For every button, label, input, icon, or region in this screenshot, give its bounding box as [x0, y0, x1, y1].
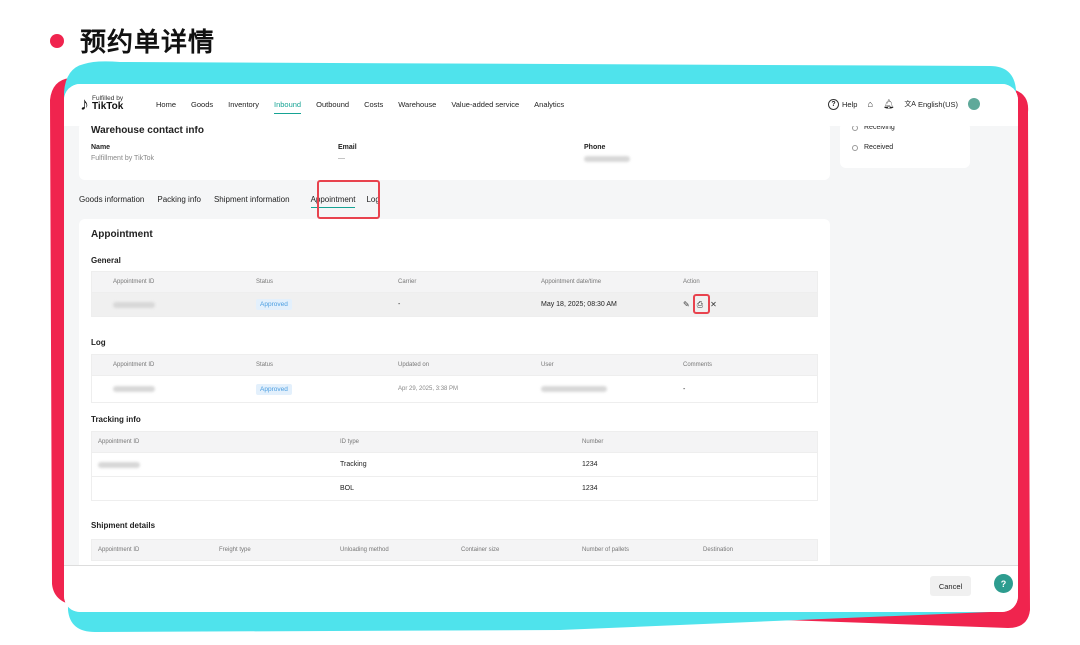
avatar[interactable]: [968, 98, 980, 110]
table-header: Appointment ID Status Carrier Appointmen…: [92, 272, 817, 292]
col-status: Status: [256, 279, 274, 285]
tiktok-note-icon: ♪: [80, 94, 89, 114]
col-id-type: ID type: [340, 439, 360, 445]
logo-title: TikTok: [92, 101, 124, 113]
page-body: Warehouse contact info Name Fulfillment …: [64, 122, 1018, 609]
nav-costs[interactable]: Costs: [364, 100, 383, 109]
log-table: Appointment ID Status Updated on User Co…: [91, 354, 818, 403]
translate-icon: 文A: [904, 101, 916, 108]
contact-title: Warehouse contact info: [91, 125, 204, 136]
col-appointment-id: Appointment ID: [113, 279, 155, 285]
status-badge: Approved: [256, 293, 292, 316]
appointment-title: Appointment: [91, 229, 153, 240]
shipment-table: Appointment ID Freight type Unloading me…: [91, 539, 818, 561]
help-chat-icon[interactable]: ?: [994, 574, 1013, 593]
status-step-label: Received: [864, 144, 894, 151]
help-icon: ?: [828, 98, 839, 110]
shipment-title: Shipment details: [91, 521, 156, 530]
tab-goods-information[interactable]: Goods information: [79, 195, 144, 204]
updated-value: Apr 29, 2025, 3:38 PM: [398, 386, 459, 392]
nav-value-added-service[interactable]: Value-added service: [451, 100, 519, 109]
table-header: Appointment ID Freight type Unloading me…: [92, 540, 817, 560]
status-step-received: Received: [852, 144, 893, 151]
col-action: Action: [683, 279, 700, 285]
table-row: Approved Apr 29, 2025, 3:38 PM -: [92, 375, 817, 402]
email-label: Email: [338, 144, 357, 151]
appointment-tab-highlight: [317, 180, 380, 219]
id-type-value: Tracking: [340, 461, 367, 468]
bullet-dot: [50, 33, 64, 48]
phone-label: Phone: [584, 144, 606, 151]
tiktok-logo[interactable]: ♪ Fulfilled by TikTok: [80, 95, 123, 113]
col-status: Status: [256, 362, 274, 368]
footer-bar: Cancel ?: [64, 565, 1018, 612]
number-value: 1234: [582, 461, 598, 468]
app-screen: Warehouse contact info Name Fulfillment …: [64, 84, 1018, 612]
nav-outbound[interactable]: Outbound: [316, 100, 349, 109]
phone-value-redacted: [584, 156, 630, 162]
tracking-table: Appointment ID ID type Number Tracking 1…: [91, 431, 818, 501]
log-title: Log: [91, 338, 106, 347]
status-panel: Receiving Received: [840, 122, 970, 168]
appointment-id-redacted: [98, 453, 140, 476]
tab-packing-info[interactable]: Packing info: [157, 195, 201, 204]
col-appointment-id: Appointment ID: [98, 547, 140, 553]
col-destination: Destination: [703, 547, 734, 553]
tracking-title: Tracking info: [91, 415, 141, 424]
col-appointment-id: Appointment ID: [113, 362, 155, 368]
col-comments: Comments: [683, 362, 713, 368]
email-value: —: [338, 155, 345, 162]
edit-icon[interactable]: ✎: [683, 300, 690, 309]
tab-shipment-information[interactable]: Shipment information: [214, 195, 290, 204]
col-number: Number: [582, 439, 604, 445]
nav-analytics[interactable]: Analytics: [534, 100, 564, 109]
table-header: Appointment ID ID type Number: [92, 432, 817, 452]
datetime-value: May 18, 2025; 08:30 AM: [541, 301, 617, 308]
carrier-value: -: [398, 301, 401, 308]
store-icon[interactable]: ⌂: [867, 99, 872, 109]
appointment-id-redacted: [113, 293, 155, 316]
language-switch[interactable]: 文A English(US): [904, 99, 958, 109]
slide-header: 预约单详情: [50, 22, 215, 59]
bell-icon[interactable]: 🔔︎: [883, 99, 894, 110]
top-nav: ♪ Fulfilled by TikTok Home Goods Invento…: [64, 84, 1018, 126]
col-appointment-id: Appointment ID: [98, 439, 140, 445]
comments-value: -: [683, 385, 686, 393]
nav-inbound[interactable]: Inbound: [273, 100, 302, 114]
cancel-button[interactable]: Cancel: [930, 576, 971, 596]
nav-right: ? Help ⌂ 🔔︎ 文A English(US): [828, 98, 980, 110]
col-updated: Updated on: [398, 362, 430, 368]
id-type-value: BOL: [340, 485, 355, 492]
general-title: General: [91, 256, 121, 265]
col-datetime: Appointment date/time: [541, 279, 602, 285]
main-nav: Home Goods Inventory Inbound Outbound Co…: [156, 100, 579, 114]
nav-goods[interactable]: Goods: [191, 100, 213, 109]
number-value: 1234: [582, 485, 598, 492]
col-container-size: Container size: [461, 547, 500, 553]
col-carrier: Carrier: [398, 279, 417, 285]
status-badge: Approved: [256, 376, 292, 402]
nav-inventory[interactable]: Inventory: [228, 100, 259, 109]
slide-title: 预约单详情: [80, 28, 216, 58]
appointment-id-redacted: [113, 376, 155, 402]
help-link[interactable]: ? Help: [828, 98, 857, 110]
col-number-of-pallets: Number of pallets: [582, 547, 630, 553]
col-freight-type: Freight type: [219, 547, 251, 553]
nav-warehouse[interactable]: Warehouse: [398, 100, 436, 109]
close-icon[interactable]: ✕: [710, 300, 717, 309]
col-unloading-method: Unloading method: [340, 547, 389, 553]
print-icon-highlight: [693, 294, 710, 314]
col-user: User: [541, 362, 554, 368]
table-row: Tracking 1234: [92, 452, 817, 476]
nav-home[interactable]: Home: [156, 100, 176, 109]
name-label: Name: [91, 144, 111, 151]
name-value: Fulfillment by TikTok: [91, 155, 155, 162]
table-row: BOL 1234: [92, 476, 817, 500]
user-redacted: [541, 376, 607, 402]
table-header: Appointment ID Status Updated on User Co…: [92, 355, 817, 375]
step-circle-icon: [852, 144, 858, 151]
contact-card: Warehouse contact info Name Fulfillment …: [79, 122, 830, 180]
